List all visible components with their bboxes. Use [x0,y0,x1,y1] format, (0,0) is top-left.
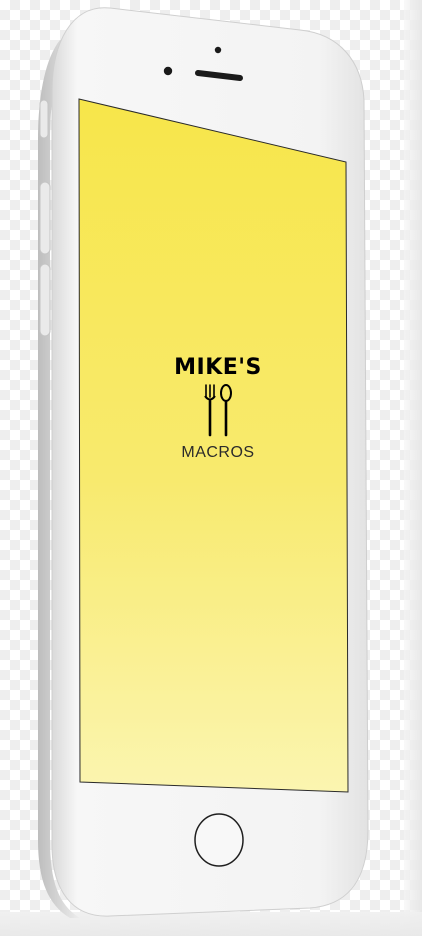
volume-down-button [39,263,51,337]
fork-and-spoon-icon [204,384,232,437]
front-camera [163,66,173,76]
front-sensor-dot [214,46,222,54]
mute-switch [39,99,49,139]
volume-up-button [39,181,51,255]
mockup-canvas: MIKE'S MACROS [0,0,422,936]
home-button [194,813,244,867]
logo-subtitle: MACROS [181,444,255,461]
logo-title: MIKE'S [174,355,262,380]
app-logo: MIKE'S MACROS [168,355,268,463]
phone-device [38,7,369,918]
